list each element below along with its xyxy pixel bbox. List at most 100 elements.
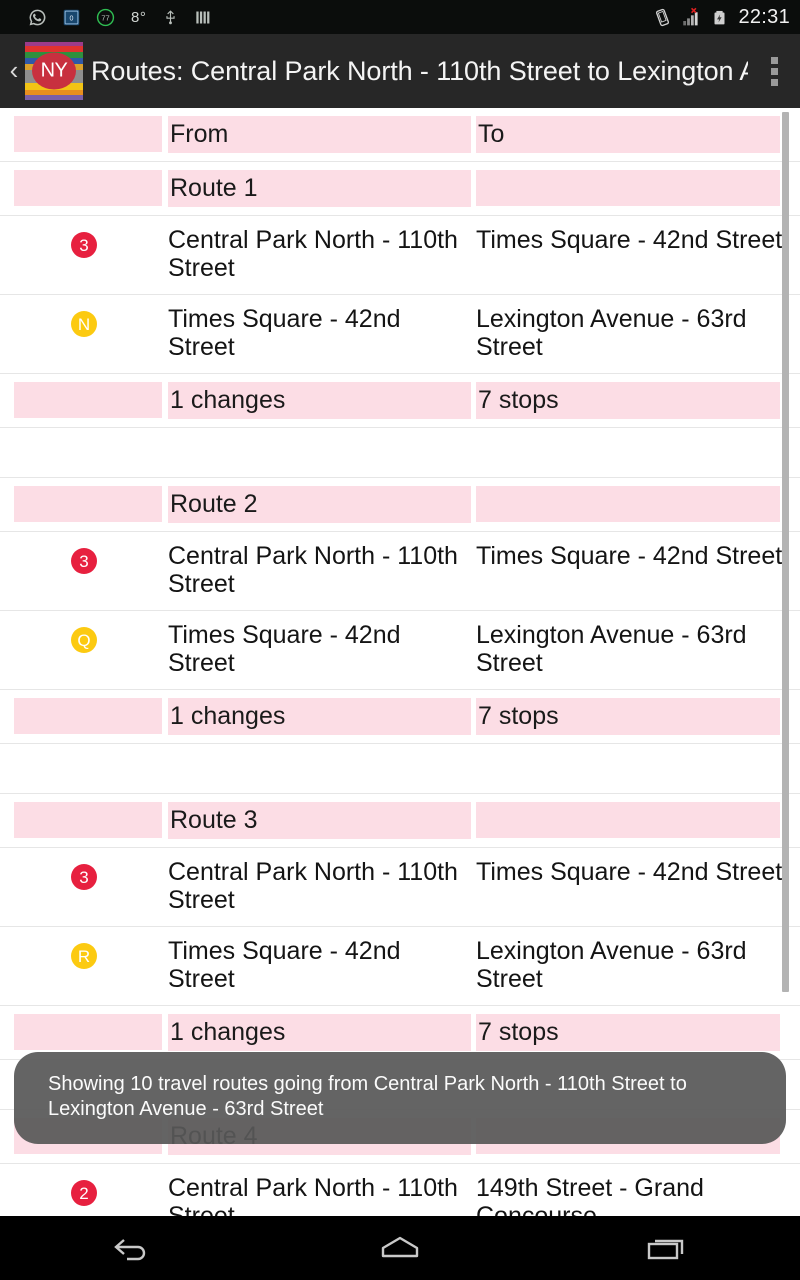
overflow-menu-icon[interactable] (748, 34, 800, 108)
whatsapp-icon (28, 8, 47, 27)
row-to-text: 7 stops (478, 1018, 559, 1046)
row-to-col: Lexington Avenue - 63rd Street (476, 937, 800, 993)
status-bar-right-icons: 22:31 (653, 6, 790, 29)
row-line-badge-col: 3 (0, 226, 168, 282)
row-from-text: Central Park North - 110th Street (168, 542, 458, 598)
row-line-badge-col: N (0, 305, 168, 361)
table-header-row: From To (0, 108, 800, 162)
row-to-col (476, 170, 800, 207)
recents-icon (647, 1239, 683, 1260)
subway-line-badge-icon: R (71, 943, 97, 969)
usb-icon (162, 8, 179, 27)
android-navigation-bar (0, 1216, 800, 1280)
row-line-badge-col: 2 (0, 1174, 168, 1216)
row-from-text: Route 2 (170, 490, 258, 518)
row-from-text: Times Square - 42nd Street (168, 621, 401, 677)
row-to-col: 7 stops (476, 1014, 800, 1051)
battery-charging-icon (712, 7, 727, 28)
app-notification-icon: 0 (63, 9, 80, 26)
up-navigation-icon[interactable]: ‹ (4, 57, 24, 83)
row-to-text: Lexington Avenue - 63rd Street (476, 937, 747, 993)
home-icon (381, 1236, 419, 1258)
row-to-text: 7 stops (478, 386, 559, 414)
back-button[interactable] (73, 1216, 193, 1280)
row-to-col: 7 stops (476, 698, 800, 735)
row-to-text: Times Square - 42nd Street (476, 226, 783, 254)
row-to-text: 149th Street - Grand Concourse (476, 1174, 704, 1216)
row-line-badge-col: R (0, 937, 168, 993)
row-from-text: 1 changes (170, 386, 286, 414)
row-from-text: Times Square - 42nd Street (168, 937, 401, 993)
svg-text:0: 0 (70, 14, 74, 22)
row-line-badge-col: Q (0, 621, 168, 677)
row-from-col: Times Square - 42nd Street (168, 305, 476, 361)
row-from-col: Times Square - 42nd Street (168, 937, 476, 993)
vertical-scrollbar[interactable] (782, 112, 789, 1216)
subway-line-badge-icon: 3 (71, 864, 97, 890)
header-from-label: From (170, 120, 229, 148)
row-from-col: Central Park North - 110th Street (168, 858, 476, 914)
table-summary-row[interactable]: 1 changes 7 stops (0, 690, 800, 744)
signal-no-service-icon (681, 7, 703, 28)
table-row[interactable]: R Times Square - 42nd Street Lexington Ave… (0, 927, 800, 1006)
header-icon-col (0, 116, 168, 153)
subway-line-badge-icon: Q (71, 627, 97, 653)
row-to-col (476, 486, 800, 523)
table-row[interactable]: 3 Central Park North - 110th Street Times … (0, 532, 800, 611)
subway-line-badge-icon: 3 (71, 548, 97, 574)
row-from-text: Route 3 (170, 806, 258, 834)
home-button[interactable] (340, 1216, 460, 1280)
row-from-col: Route 3 (168, 802, 476, 839)
subway-line-badge-icon: N (71, 311, 97, 337)
row-from-col: Central Park North - 110th Street (168, 542, 476, 598)
table-row[interactable]: N Times Square - 42nd Street Lexington Ave… (0, 295, 800, 374)
row-to-col (476, 802, 800, 839)
row-line-badge-col: 3 (0, 542, 168, 598)
row-to-text: Lexington Avenue - 63rd Street (476, 621, 747, 677)
row-from-col: Central Park North - 110th Street (168, 226, 476, 282)
toast-message: Showing 10 travel routes going from Cent… (14, 1052, 786, 1144)
row-line-badge-col (0, 486, 168, 523)
row-to-col: Lexington Avenue - 63rd Street (476, 621, 800, 677)
temperature-indicator: 8° (131, 8, 147, 26)
row-to-text: Times Square - 42nd Street (476, 542, 783, 570)
row-line-badge-col (0, 1014, 168, 1051)
row-to-text: Times Square - 42nd Street (476, 858, 783, 886)
table-summary-row[interactable]: Route 2 (0, 478, 800, 532)
row-from-col: Route 2 (168, 486, 476, 523)
row-from-text: Route 1 (170, 174, 258, 202)
header-from-col: From (168, 116, 476, 153)
svg-text:77: 77 (101, 13, 109, 22)
row-from-text: Central Park North - 110th Street (168, 858, 458, 914)
subway-line-badge-icon: 2 (71, 1180, 97, 1206)
table-spacer-row (0, 428, 800, 478)
status-bar-clock: 22:31 (738, 5, 790, 28)
table-row[interactable]: Q Times Square - 42nd Street Lexington Ave… (0, 611, 800, 690)
row-line-badge-col (0, 170, 168, 207)
table-summary-row[interactable]: Route 1 (0, 162, 800, 216)
row-from-col: Route 1 (168, 170, 476, 207)
table-row[interactable]: 3 Central Park North - 110th Street Times … (0, 848, 800, 927)
back-icon (114, 1239, 146, 1261)
row-from-text: 1 changes (170, 1018, 286, 1046)
overflow-dot (770, 78, 778, 86)
table-summary-row[interactable]: 1 changes 7 stops (0, 374, 800, 428)
table-summary-row[interactable]: Route 3 (0, 794, 800, 848)
row-to-col: Times Square - 42nd Street (476, 858, 800, 914)
table-row[interactable]: 2 Central Park North - 110th Street 149th … (0, 1164, 800, 1216)
scrollbar-thumb[interactable] (782, 112, 789, 992)
row-from-col: Times Square - 42nd Street (168, 621, 476, 677)
header-to-col: To (476, 116, 800, 153)
routes-table[interactable]: From To Route 1 3 Central Park North - 110… (0, 108, 800, 1216)
recent-apps-button[interactable] (607, 1216, 727, 1280)
row-from-text: Central Park North - 110th Street (168, 1174, 458, 1216)
table-row[interactable]: 3 Central Park North - 110th Street Times … (0, 216, 800, 295)
equalizer-icon (195, 9, 211, 26)
action-bar: ‹ NY Routes: Central Park North - 110th … (0, 34, 800, 108)
row-line-badge-col (0, 802, 168, 839)
overflow-dot (770, 67, 778, 75)
row-from-col: 1 changes (168, 382, 476, 419)
vibrate-icon (653, 8, 672, 27)
row-from-col: 1 changes (168, 698, 476, 735)
row-from-col: 1 changes (168, 1014, 476, 1051)
